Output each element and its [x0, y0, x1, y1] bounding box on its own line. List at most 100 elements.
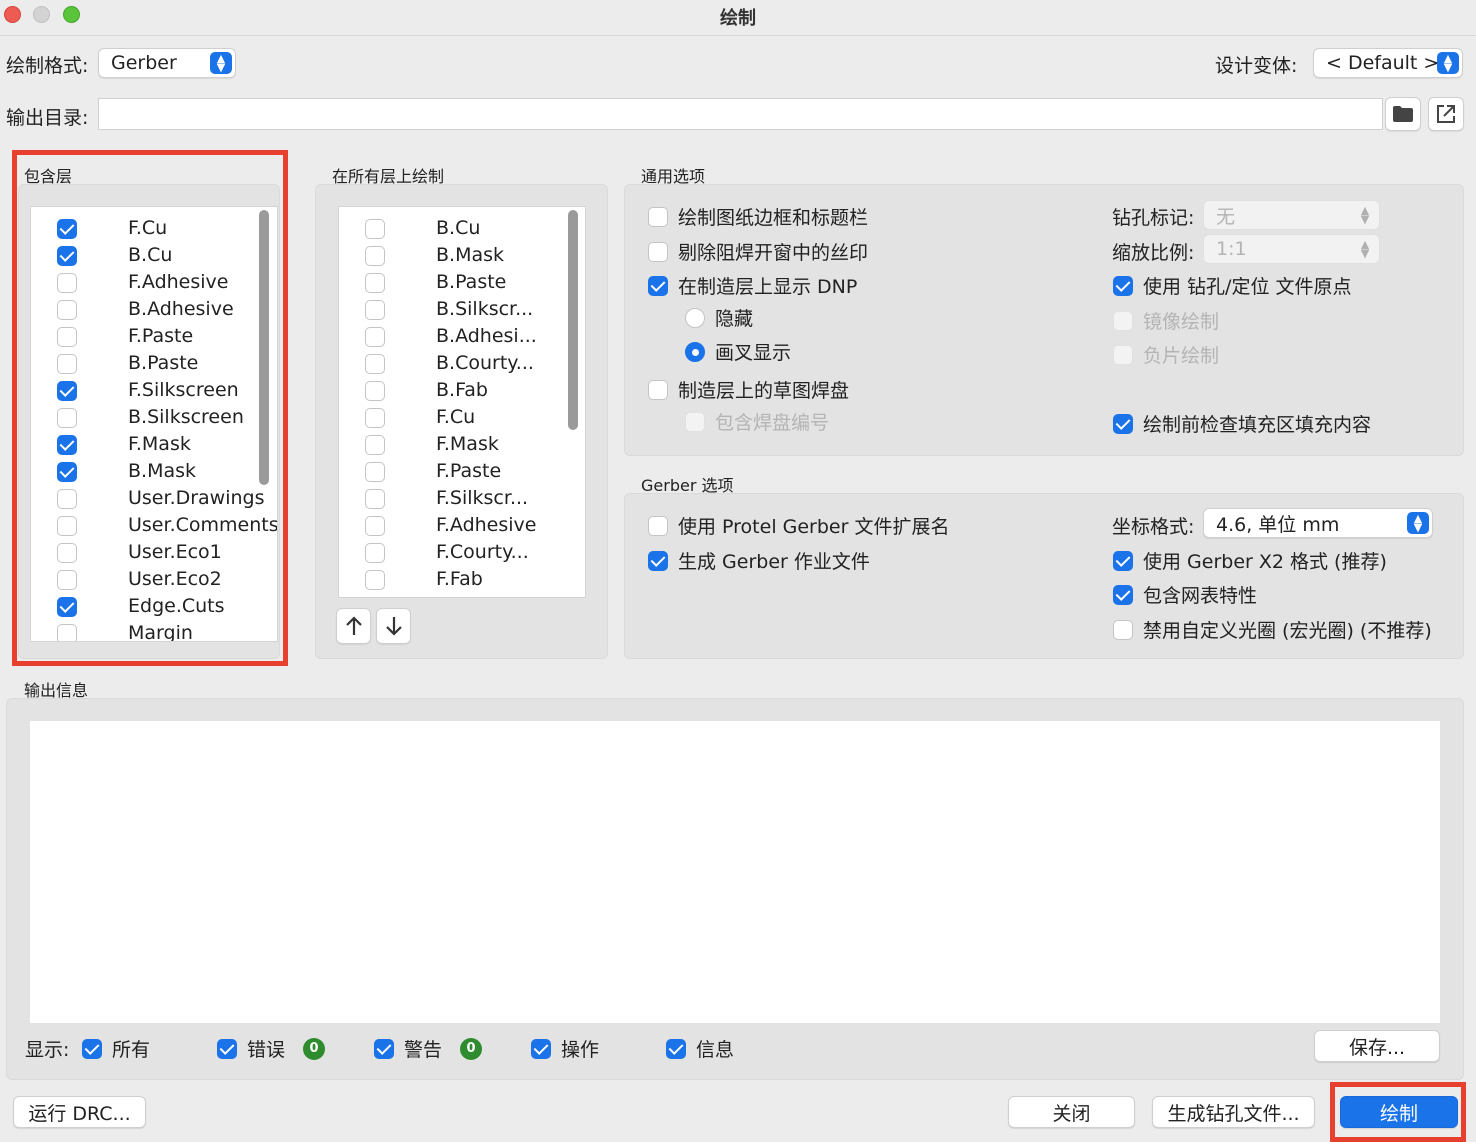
show-dnp-checkbox[interactable] — [648, 275, 668, 296]
generate-drill-files-button[interactable]: 生成钻孔文件... — [1152, 1096, 1315, 1128]
use-drill-origin-option[interactable]: 使用 钻孔/定位 文件原点 — [1113, 272, 1351, 299]
filter-errors-option[interactable]: 错误 0 — [217, 1035, 326, 1062]
all-layers-layer-row[interactable]: B.Cu — [339, 217, 585, 244]
errors-count-badge: 0 — [303, 1037, 326, 1060]
all-layers-layer-checkbox[interactable] — [365, 489, 385, 509]
all-layers-layer-checkbox[interactable] — [365, 219, 385, 239]
all-layers-layer-checkbox[interactable] — [365, 300, 385, 320]
all-layers-layer-checkbox[interactable] — [365, 381, 385, 401]
chevron-updown-icon: ▲ ▼ — [1437, 52, 1459, 74]
filter-infos-checkbox[interactable] — [666, 1038, 686, 1059]
all-layers-layer-row[interactable]: F.Silkscr... — [339, 487, 585, 514]
job-file-checkbox[interactable] — [648, 550, 668, 571]
all-layers-layer-checkbox[interactable] — [365, 408, 385, 428]
dnp-cross-label: 画叉显示 — [715, 342, 792, 364]
remove-silk-option[interactable]: 剔除阻焊开窗中的丝印 — [648, 238, 868, 265]
filter-actions-label: 操作 — [561, 1039, 600, 1061]
check-zone-fill-checkbox[interactable] — [1113, 413, 1133, 434]
netlist-attr-label: 包含网表特性 — [1143, 585, 1258, 607]
filter-infos-option[interactable]: 信息 — [666, 1035, 734, 1062]
protel-ext-checkbox[interactable] — [648, 515, 668, 536]
all-layers-list[interactable]: B.Cu B.Mask B.Paste B.Silkscr... B.Adhesi...… — [338, 206, 586, 598]
gerber-x2-checkbox[interactable] — [1113, 550, 1133, 571]
filter-errors-checkbox[interactable] — [217, 1038, 237, 1059]
chevron-updown-icon: ▲ ▼ — [1407, 512, 1429, 534]
all-layers-layer-row[interactable]: F.Paste — [339, 460, 585, 487]
protel-ext-label: 使用 Protel Gerber 文件扩展名 — [678, 516, 950, 538]
all-layers-layer-label: F.Courty... — [436, 541, 529, 563]
all-layers-layer-row[interactable]: B.Paste — [339, 271, 585, 298]
filter-warnings-checkbox[interactable] — [374, 1038, 394, 1059]
warnings-count-badge: 0 — [460, 1037, 483, 1060]
output-messages-area[interactable] — [30, 721, 1440, 1023]
dnp-cross-option[interactable]: 画叉显示 — [685, 338, 791, 365]
all-layers-layer-checkbox[interactable] — [365, 273, 385, 293]
close-button[interactable]: 关闭 — [1008, 1096, 1135, 1128]
disable-macro-option[interactable]: 禁用自定义光圈 (宏光圈) (不推荐) — [1113, 616, 1432, 643]
save-report-button[interactable]: 保存... — [1314, 1030, 1440, 1062]
show-dnp-option[interactable]: 在制造层上显示 DNP — [648, 272, 857, 299]
negative-plot-option: 负片绘制 — [1113, 341, 1219, 368]
all-layers-layer-row[interactable]: F.Courty... — [339, 541, 585, 568]
netlist-attr-checkbox[interactable] — [1113, 584, 1133, 605]
netlist-attr-option[interactable]: 包含网表特性 — [1113, 581, 1257, 608]
all-layers-layer-checkbox[interactable] — [365, 354, 385, 374]
all-layers-layer-row[interactable]: F.Cu — [339, 406, 585, 433]
scale-value: 1:1 — [1216, 238, 1247, 260]
all-layers-layer-label: F.Fab — [436, 568, 483, 590]
sketch-pads-option[interactable]: 制造层上的草图焊盘 — [648, 376, 849, 403]
all-layers-layer-checkbox[interactable] — [365, 516, 385, 536]
dnp-hide-option[interactable]: 隐藏 — [685, 304, 753, 331]
plot-format-select[interactable]: Gerber ▲ ▼ — [98, 48, 236, 78]
coord-format-select[interactable]: 4.6, 单位 mm ▲ ▼ — [1203, 508, 1433, 538]
all-layers-layer-row[interactable]: B.Courty... — [339, 352, 585, 379]
all-layers-layer-checkbox[interactable] — [365, 435, 385, 455]
sketch-pads-checkbox[interactable] — [648, 379, 668, 400]
filter-all-checkbox[interactable] — [82, 1038, 102, 1059]
filter-actions-option[interactable]: 操作 — [531, 1035, 599, 1062]
arrow-up-icon — [345, 616, 362, 635]
protel-ext-option[interactable]: 使用 Protel Gerber 文件扩展名 — [648, 512, 949, 539]
all-layers-layer-row[interactable]: F.Mask — [339, 433, 585, 460]
browse-folder-button[interactable] — [1385, 97, 1421, 131]
use-drill-origin-checkbox[interactable] — [1113, 275, 1133, 296]
all-layers-scrollbar[interactable] — [568, 210, 578, 430]
plot-border-title-option[interactable]: 绘制图纸边框和标题栏 — [648, 203, 868, 230]
run-drc-button[interactable]: 运行 DRC... — [13, 1096, 146, 1128]
all-layers-layer-checkbox[interactable] — [365, 246, 385, 266]
drill-marks-select: 无 ▲ ▼ — [1203, 200, 1380, 230]
include-layers-highlight — [12, 150, 288, 666]
all-layers-layer-label: F.Paste — [436, 460, 502, 482]
all-layers-layer-row[interactable]: B.Adhesi... — [339, 325, 585, 352]
remove-silk-checkbox[interactable] — [648, 241, 668, 262]
plot-border-title-checkbox[interactable] — [648, 206, 668, 227]
all-layers-layer-checkbox[interactable] — [365, 543, 385, 563]
all-layers-layer-row[interactable]: B.Mask — [339, 244, 585, 271]
disable-macro-checkbox[interactable] — [1113, 619, 1133, 640]
output-dir-input[interactable] — [98, 98, 1383, 130]
move-up-button[interactable] — [336, 608, 371, 644]
chevron-updown-icon: ▲ ▼ — [1360, 238, 1370, 260]
remove-silk-label: 剔除阻焊开窗中的丝印 — [678, 242, 869, 264]
dnp-cross-radio[interactable] — [685, 341, 705, 362]
check-zone-fill-option[interactable]: 绘制前检查填充区填充内容 — [1113, 410, 1371, 437]
filter-all-option[interactable]: 所有 — [82, 1035, 150, 1062]
all-layers-layer-row[interactable]: B.Fab — [339, 379, 585, 406]
external-link-icon — [1437, 105, 1455, 123]
all-layers-layer-row[interactable]: F.Fab — [339, 568, 585, 595]
move-down-button[interactable] — [376, 608, 411, 644]
open-directory-button[interactable] — [1428, 97, 1464, 131]
all-layers-layer-row[interactable]: F.Adhesive — [339, 514, 585, 541]
all-layers-layer-checkbox[interactable] — [365, 462, 385, 482]
all-layers-layer-checkbox[interactable] — [365, 327, 385, 347]
job-file-option[interactable]: 生成 Gerber 作业文件 — [648, 547, 870, 574]
filter-warnings-option[interactable]: 警告 0 — [374, 1035, 483, 1062]
sketch-pads-label: 制造层上的草图焊盘 — [678, 380, 850, 402]
all-layers-layer-row[interactable]: B.Silkscr... — [339, 298, 585, 325]
design-variant-select[interactable]: < Default > ▲ ▼ — [1313, 48, 1463, 78]
all-layers-layer-checkbox[interactable] — [365, 570, 385, 590]
gerber-x2-option[interactable]: 使用 Gerber X2 格式 (推荐) — [1113, 547, 1387, 574]
filter-all-label: 所有 — [112, 1039, 151, 1061]
filter-actions-checkbox[interactable] — [531, 1038, 551, 1059]
dnp-hide-radio[interactable] — [685, 307, 705, 328]
